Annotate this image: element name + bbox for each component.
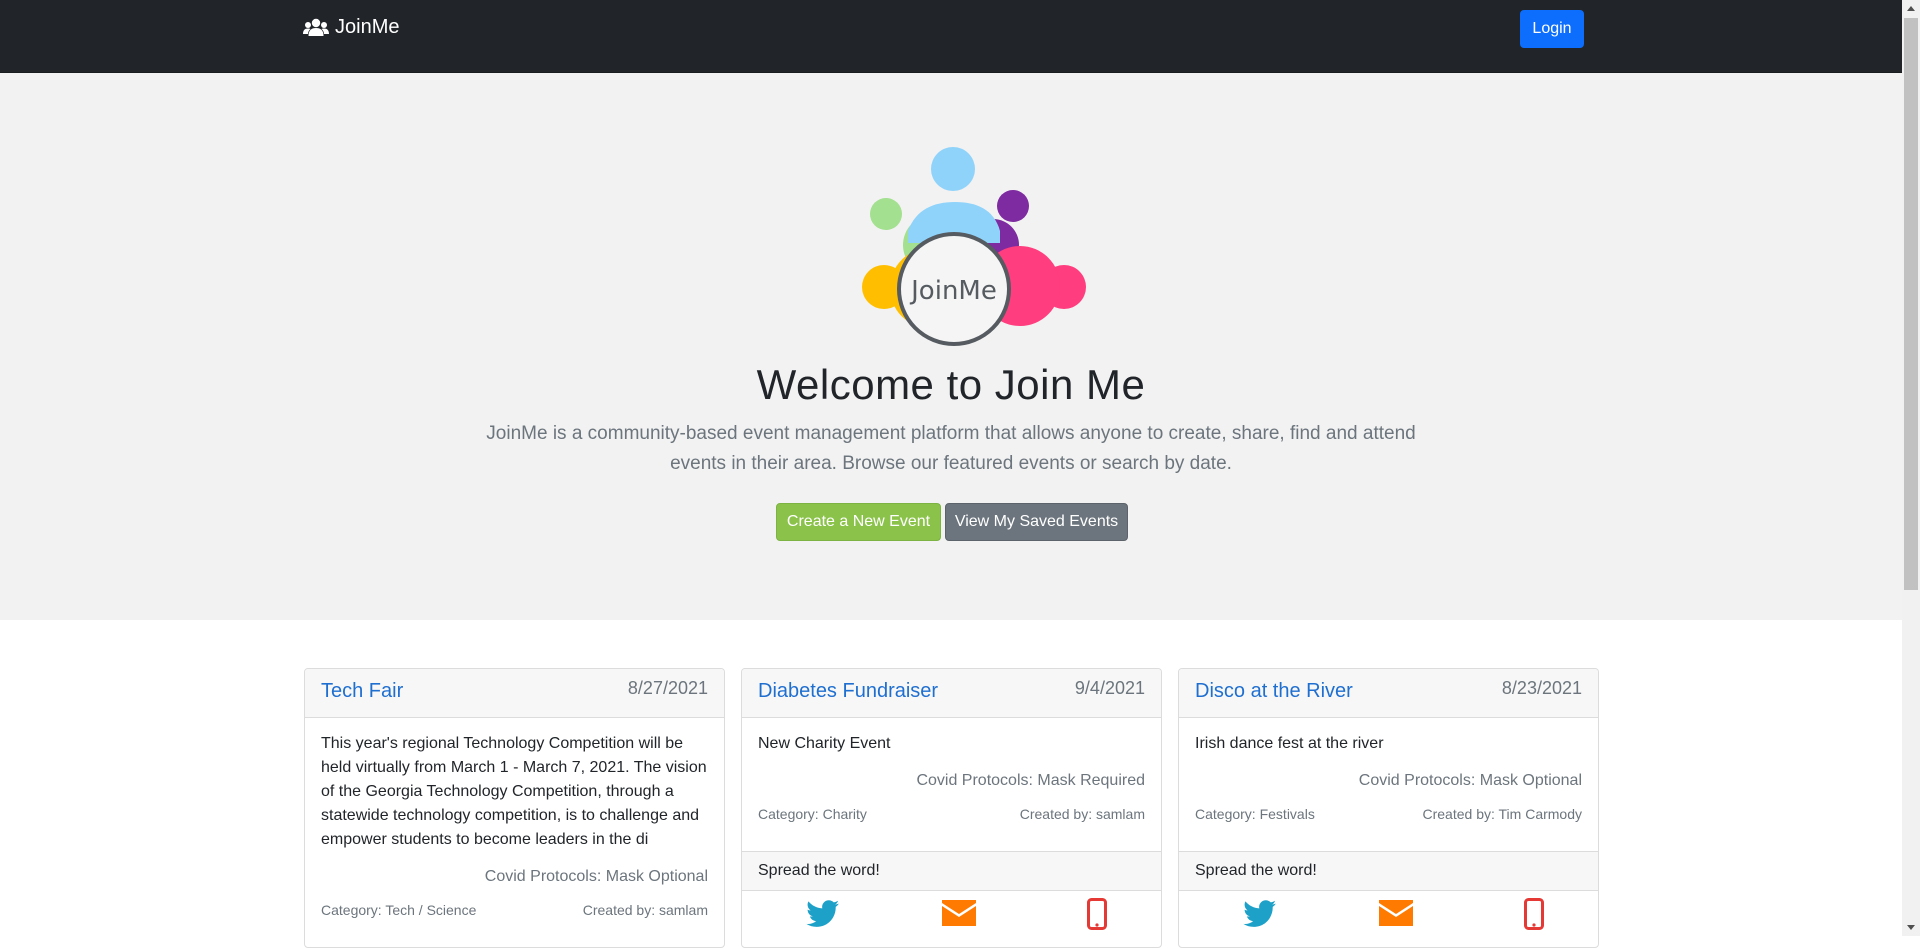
vertical-scrollbar[interactable] — [1902, 0, 1920, 936]
covid-protocols: Covid Protocols: Mask Optional — [1358, 772, 1582, 789]
card-header: Tech Fair 8/27/2021 — [305, 669, 724, 718]
event-category: Category: Festivals — [1195, 806, 1315, 822]
hero-lead-line-1: JoinMe is a community-based event manage… — [486, 423, 1416, 444]
event-date: 8/27/2021 — [627, 678, 708, 698]
event-date: 9/4/2021 — [1074, 678, 1145, 698]
logo-text: JoinMe — [909, 276, 997, 306]
phone-icon[interactable] — [1524, 898, 1544, 930]
scrollbar-thumb[interactable] — [1904, 18, 1918, 590]
hero-lead: JoinMe is a community-based event manage… — [470, 419, 1432, 479]
email-icon[interactable] — [942, 900, 976, 926]
brand-name: JoinMe — [335, 16, 400, 38]
card-body: New Charity Event Covid Protocols: Mask … — [742, 718, 1161, 828]
event-category: Category: Charity — [758, 806, 867, 822]
event-card: Tech Fair 8/27/2021 This year's regional… — [304, 668, 725, 948]
phone-icon[interactable] — [1087, 898, 1107, 930]
event-date: 8/23/2021 — [1501, 678, 1582, 698]
event-description: New Charity Event — [758, 735, 891, 752]
joinme-logo: JoinMe — [862, 147, 1086, 346]
view-saved-events-button[interactable]: View My Saved Events — [945, 503, 1128, 541]
navbar: JoinMe Login — [0, 0, 1902, 73]
email-icon[interactable] — [1379, 900, 1413, 926]
users-icon — [303, 18, 329, 36]
card-body: Irish dance fest at the river Covid Prot… — [1179, 718, 1598, 828]
event-title-link[interactable]: Disco at the River — [1195, 680, 1353, 703]
event-card: Disco at the River 8/23/2021 Irish dance… — [1178, 668, 1599, 948]
twitter-icon[interactable] — [1243, 900, 1277, 928]
event-creator: Created by: samlam — [582, 902, 708, 918]
event-description: This year's regional Technology Competit… — [321, 735, 707, 848]
share-header: Spread the word! — [742, 851, 1161, 891]
covid-protocols: Covid Protocols: Mask Optional — [484, 868, 708, 885]
create-event-button[interactable]: Create a New Event — [776, 503, 941, 541]
login-button[interactable]: Login — [1520, 10, 1584, 48]
card-header: Diabetes Fundraiser 9/4/2021 — [742, 669, 1161, 718]
covid-protocols: Covid Protocols: Mask Required — [916, 772, 1145, 789]
card-meta: Category: Tech / Science Created by: sam… — [321, 902, 708, 924]
event-creator: Created by: samlam — [1019, 806, 1145, 822]
share-icons — [1179, 891, 1598, 941]
share-icons — [742, 891, 1161, 941]
page-title: Welcome to Join Me — [756, 361, 1146, 408]
event-category: Category: Tech / Science — [321, 902, 477, 918]
card-header: Disco at the River 8/23/2021 — [1179, 669, 1598, 718]
scroll-down-arrow-icon[interactable] — [1902, 919, 1920, 936]
event-title-link[interactable]: Tech Fair — [321, 680, 403, 703]
hero-section: JoinMe Welcome to Join Me JoinMe is a co… — [0, 73, 1902, 620]
event-description: Irish dance fest at the river — [1195, 735, 1384, 752]
card-meta: Category: Charity Created by: samlam — [758, 806, 1145, 828]
card-body: This year's regional Technology Competit… — [305, 718, 724, 924]
twitter-icon[interactable] — [806, 900, 840, 928]
share-header: Spread the word! — [1179, 851, 1598, 891]
event-title-link[interactable]: Diabetes Fundraiser — [758, 680, 938, 703]
scroll-up-arrow-icon[interactable] — [1902, 0, 1920, 17]
event-card: Diabetes Fundraiser 9/4/2021 New Charity… — [741, 668, 1162, 948]
event-creator: Created by: Tim Carmody — [1422, 806, 1583, 822]
hero-actions: Create a New Event View My Saved Events — [776, 503, 1128, 541]
card-meta: Category: Festivals Created by: Tim Carm… — [1195, 806, 1582, 828]
hero-lead-line-2: events in their area. Browse our feature… — [670, 453, 1232, 474]
brand-link[interactable]: JoinMe — [303, 16, 399, 39]
